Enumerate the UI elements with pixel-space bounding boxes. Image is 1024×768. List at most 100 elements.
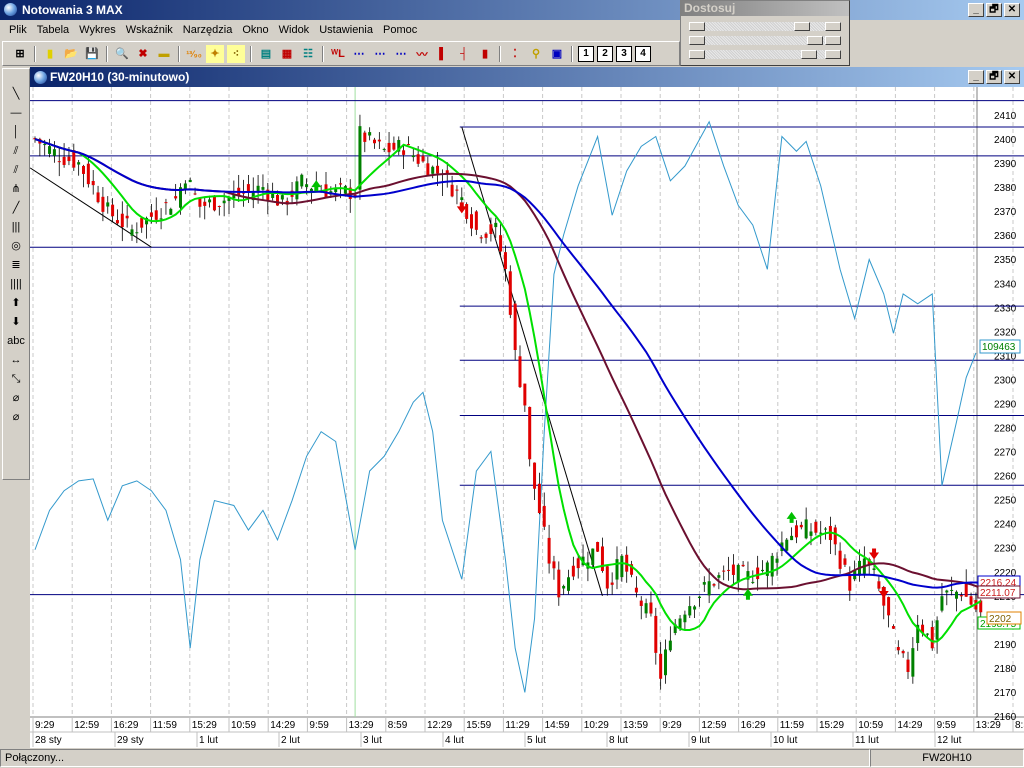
horizontal-line-tool-icon[interactable]: — bbox=[3, 104, 29, 123]
arrow-up-tool-icon[interactable]: ⬆ bbox=[3, 294, 29, 313]
chart-restore-button[interactable]: 🗗 bbox=[986, 70, 1002, 84]
line-style-3-icon[interactable]: ⋯ bbox=[392, 45, 410, 63]
open-folder-icon[interactable]: 📂 bbox=[62, 45, 80, 63]
cycle-lines-tool-icon[interactable]: |||| bbox=[3, 275, 29, 294]
time-label: 8:59 bbox=[1015, 720, 1024, 731]
new-file-icon[interactable]: ▮ bbox=[41, 45, 59, 63]
price-label: 2400 bbox=[994, 135, 1017, 146]
candle-down bbox=[576, 558, 580, 569]
save-icon[interactable]: 💾 bbox=[83, 45, 101, 63]
candle-down bbox=[731, 564, 735, 575]
list-icon[interactable]: ☷ bbox=[299, 45, 317, 63]
separator bbox=[34, 45, 36, 62]
zoom-off-icon[interactable]: ✖ bbox=[134, 45, 152, 63]
candle-up bbox=[809, 531, 813, 536]
table-icon[interactable]: ▤ bbox=[257, 45, 275, 63]
menu-ustawienia[interactable]: Ustawienia bbox=[314, 24, 378, 36]
ray-tool-icon[interactable]: ╱ bbox=[3, 199, 29, 218]
add-indicator-icon[interactable]: ⚲ bbox=[527, 45, 545, 63]
resize-tool-icon[interactable]: ⤡ bbox=[3, 370, 29, 389]
wl-icon[interactable]: ᵂL bbox=[329, 45, 347, 63]
price-chart[interactable]: 9:29 12:59 16:29 11:59 15:29 10:59 14:29 9:59 13… bbox=[29, 87, 1024, 748]
adjust-slider-3[interactable] bbox=[689, 50, 841, 59]
line-tool-icon[interactable]: ╲ bbox=[3, 85, 29, 104]
candle-down bbox=[465, 204, 469, 219]
candle-down bbox=[537, 483, 541, 514]
layout-1-button[interactable]: 1 bbox=[578, 45, 594, 62]
dostosuj-panel: Dostosuj bbox=[680, 0, 850, 66]
vertical-line-tool-icon[interactable]: │ bbox=[3, 123, 29, 142]
layout-3-button[interactable]: 3 bbox=[616, 45, 632, 62]
menu-tabela[interactable]: Tabela bbox=[32, 24, 74, 36]
candle-down bbox=[387, 142, 391, 153]
add-window-icon[interactable]: ▣ bbox=[548, 45, 566, 63]
adjust-slider-2[interactable] bbox=[689, 36, 841, 45]
time-label: 12:29 bbox=[427, 720, 452, 731]
fibonacci-tool-icon[interactable]: ≣ bbox=[3, 256, 29, 275]
menu-plik[interactable]: Plik bbox=[4, 24, 32, 36]
grid-icon[interactable]: ⊞ bbox=[11, 45, 29, 63]
menu-narzędzia[interactable]: Narzędzia bbox=[178, 24, 238, 36]
candle-up bbox=[567, 577, 570, 591]
dostosuj-title: Dostosuj bbox=[681, 1, 849, 16]
arrow-down-tool-icon[interactable]: ⬇ bbox=[3, 313, 29, 332]
menu-wykres[interactable]: Wykres bbox=[74, 24, 121, 36]
close-button[interactable]: ✕ bbox=[1004, 3, 1020, 17]
candle-down bbox=[508, 271, 512, 315]
move-tool-icon[interactable]: ↔ bbox=[3, 351, 29, 370]
circles-tool-icon[interactable]: ◎ bbox=[3, 237, 29, 256]
candle-icon[interactable]: ▮ bbox=[476, 45, 494, 63]
zoom-icon[interactable]: 🔍 bbox=[113, 45, 131, 63]
scale-icon[interactable]: ¹³⁄₉₀ bbox=[185, 45, 203, 63]
separator bbox=[499, 45, 501, 62]
ruler-icon[interactable]: ▬ bbox=[155, 45, 173, 63]
time-label: 9:29 bbox=[662, 720, 682, 731]
candle-down bbox=[596, 541, 600, 552]
minimize-button[interactable]: _ bbox=[968, 3, 984, 17]
restore-button[interactable]: 🗗 bbox=[986, 3, 1002, 17]
menu-okno[interactable]: Okno bbox=[237, 24, 273, 36]
chart-close-button[interactable]: ✕ bbox=[1004, 70, 1020, 84]
channel-tool-icon[interactable]: ⫽ bbox=[3, 142, 29, 161]
candle-up bbox=[615, 559, 619, 580]
candle-down bbox=[96, 192, 100, 203]
menu-widok[interactable]: Widok bbox=[274, 24, 315, 36]
line-style-1-icon[interactable]: ⋯ bbox=[350, 45, 368, 63]
date-label: 12 lut bbox=[937, 735, 962, 746]
candle-up bbox=[790, 535, 794, 541]
eraser-tool-icon[interactable]: ⌀ bbox=[3, 389, 29, 408]
eraser-all-tool-icon[interactable]: ⌀ bbox=[3, 408, 29, 427]
ohlc-icon[interactable]: ┤ bbox=[455, 45, 473, 63]
candle-down bbox=[712, 584, 716, 586]
candle-up bbox=[683, 614, 687, 623]
bar-chart-icon[interactable]: ▌ bbox=[434, 45, 452, 63]
line-chart-icon[interactable]: 〰 bbox=[413, 45, 431, 63]
menu-bar: Plik Tabela Wykres Wskaźnik Narzędzia Okno Wid… bbox=[0, 20, 1024, 39]
fan-tool-icon[interactable]: ⫽ bbox=[3, 161, 29, 180]
pitchfork-tool-icon[interactable]: ⋔ bbox=[3, 180, 29, 199]
price-label: 2280 bbox=[994, 424, 1017, 435]
layout-2-button[interactable]: 2 bbox=[597, 45, 613, 62]
line-style-2-icon[interactable]: ⋯ bbox=[371, 45, 389, 63]
layout-icon[interactable]: ▦ bbox=[278, 45, 296, 63]
candle-down bbox=[794, 525, 798, 538]
time-label: 14:29 bbox=[897, 720, 922, 731]
candle-up bbox=[775, 558, 779, 563]
menu-wskaźnik[interactable]: Wskaźnik bbox=[121, 24, 178, 36]
vertical-lines-tool-icon[interactable]: ||| bbox=[3, 218, 29, 237]
adjust-slider-1[interactable] bbox=[689, 22, 841, 31]
candle-down bbox=[246, 184, 250, 192]
text-tool-icon[interactable]: abc bbox=[3, 332, 29, 351]
layout-4-button[interactable]: 4 bbox=[635, 45, 651, 62]
candle-up bbox=[169, 208, 173, 215]
traffic-light-icon[interactable]: ⁚ bbox=[506, 45, 524, 63]
candle-down bbox=[610, 582, 614, 585]
candle-down bbox=[72, 150, 76, 168]
dots-icon[interactable]: ⁖ bbox=[227, 44, 245, 63]
chart-area[interactable]: 9:29 12:59 16:29 11:59 15:29 10:59 14:29 9:59 13… bbox=[29, 87, 1024, 748]
crosshair-icon[interactable]: ✦ bbox=[206, 44, 224, 63]
menu-pomoc[interactable]: Pomoc bbox=[378, 24, 422, 36]
chart-minimize-button[interactable]: _ bbox=[968, 70, 984, 84]
candle-up bbox=[295, 181, 299, 200]
date-label: 3 lut bbox=[363, 735, 382, 746]
